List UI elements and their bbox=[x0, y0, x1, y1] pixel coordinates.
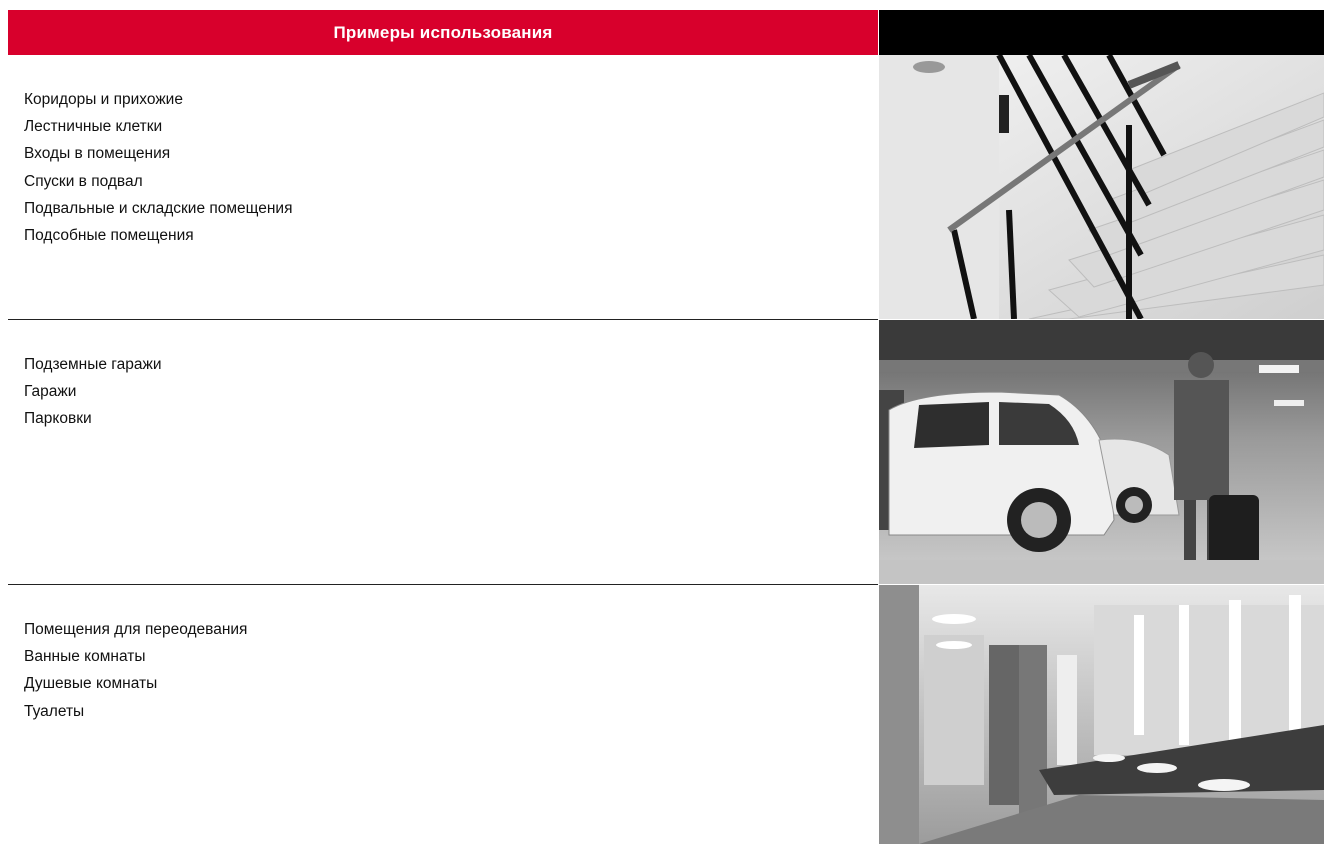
staircase-photo bbox=[879, 55, 1324, 319]
list-item: Помещения для переодевания bbox=[24, 621, 248, 638]
header-title: Примеры использования bbox=[333, 22, 553, 42]
list-item: Подвальные и складские помещения bbox=[24, 199, 293, 217]
list-item: Ванные комнаты bbox=[24, 648, 146, 666]
list-item: Коридоры и прихожие bbox=[24, 91, 183, 108]
usage-section-restroom: Помещения для переодевания Ванные комнат… bbox=[8, 585, 878, 844]
usage-list: Помещения для переодевания Ванные комнат… bbox=[24, 616, 247, 725]
parking-garage-photo bbox=[879, 320, 1324, 584]
list-item: Туалеты bbox=[24, 702, 85, 720]
list-item: Спуски в подвал bbox=[24, 172, 143, 190]
list-item: Лестничные клетки bbox=[24, 118, 163, 136]
list-item: Подсобные помещения bbox=[24, 227, 194, 245]
usage-section-garage: Подземные гаражи Гаражи Парковки bbox=[8, 320, 878, 584]
header-bar: Примеры использования bbox=[8, 10, 878, 55]
list-item: Подземные гаражи bbox=[24, 356, 162, 373]
usage-section-stairs: Коридоры и прихожие Лестничные клетки Вх… bbox=[8, 55, 878, 319]
header-black-bar bbox=[879, 10, 1324, 55]
restroom-photo bbox=[879, 585, 1324, 844]
list-item: Входы в помещения bbox=[24, 145, 171, 163]
list-item: Гаражи bbox=[24, 383, 77, 401]
usage-list: Коридоры и прихожие Лестничные клетки Вх… bbox=[24, 86, 293, 249]
list-item: Душевые комнаты bbox=[24, 675, 158, 693]
list-item: Парковки bbox=[24, 410, 92, 428]
usage-list: Подземные гаражи Гаражи Парковки bbox=[24, 351, 162, 433]
